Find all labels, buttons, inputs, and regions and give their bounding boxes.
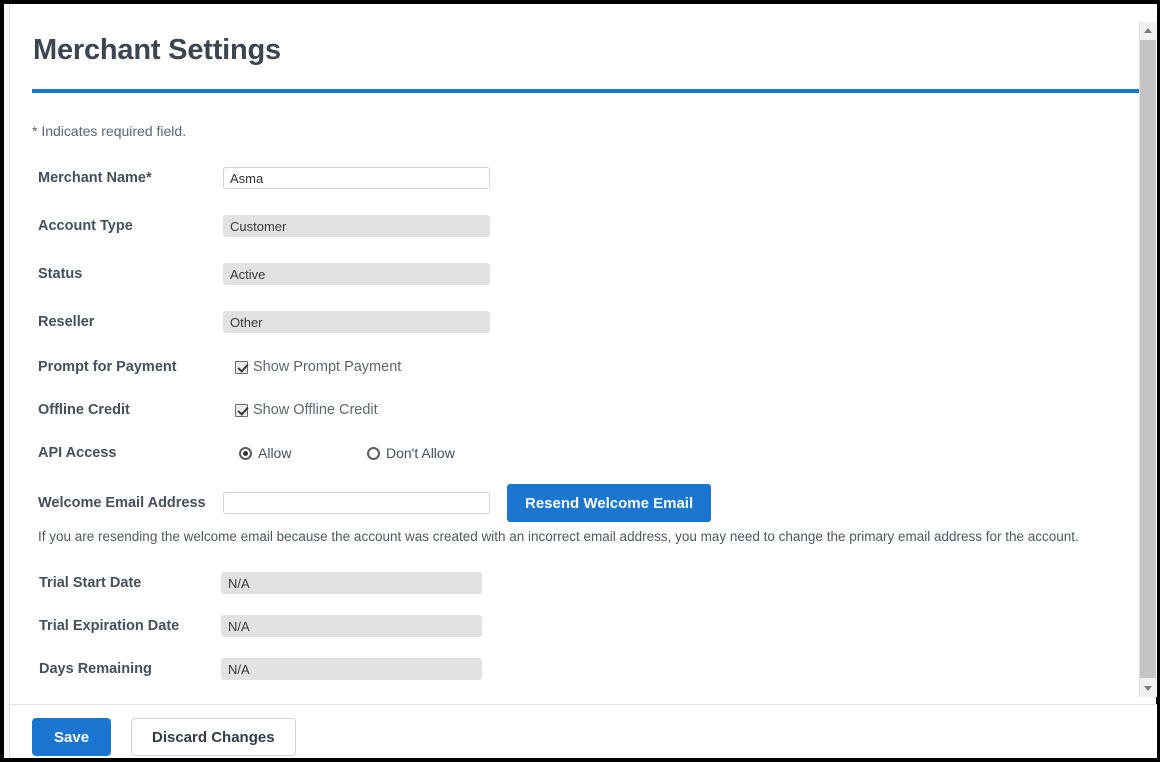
vertical-scrollbar[interactable]: [1139, 22, 1156, 697]
form-row-account-type: Account Type: [10, 215, 1157, 245]
reseller-input: [223, 311, 490, 333]
label-days-remaining: Days Remaining: [39, 661, 152, 677]
scroll-up-arrow-icon[interactable]: [1140, 22, 1156, 39]
title-underline-rule: [32, 89, 1144, 93]
field-wrap-trial-start-date: [221, 572, 482, 594]
field-wrap-account-type: [223, 215, 490, 237]
merchant-settings-panel: Merchant Settings * Indicates required f…: [9, 4, 1157, 758]
form-row-reseller: Reseller: [10, 311, 1157, 341]
field-wrap-trial-expiration-date: [221, 615, 482, 637]
api-access-allow-radio[interactable]: [239, 446, 252, 460]
label-prompt-for-payment: Prompt for Payment: [38, 359, 177, 375]
radio-item-allow: Allow: [239, 445, 367, 461]
label-trial-expiration-date: Trial Expiration Date: [39, 618, 180, 634]
form-row-days-remaining: Days Remaining: [10, 658, 1157, 688]
trial-start-date-input: [221, 572, 482, 594]
merchant-name-input[interactable]: [223, 167, 490, 189]
field-wrap-welcome-email: [223, 492, 490, 514]
field-wrap-offline-credit: Show Offline Credit: [235, 399, 378, 421]
show-prompt-payment-label[interactable]: Show Prompt Payment: [253, 359, 401, 375]
account-type-input: [223, 215, 490, 237]
label-account-type: Account Type: [38, 218, 133, 234]
resend-welcome-email-button[interactable]: Resend Welcome Email: [507, 484, 712, 522]
field-wrap-merchant-name: [223, 167, 490, 189]
label-status: Status: [38, 266, 83, 282]
form-row-welcome-email: Welcome Email Address Resend Welcome Ema…: [10, 484, 1157, 522]
label-reseller: Reseller: [38, 314, 95, 330]
label-welcome-email-address: Welcome Email Address: [38, 495, 206, 511]
scrollbar-thumb[interactable]: [1140, 40, 1156, 678]
radio-item-dont-allow: Don't Allow: [367, 445, 455, 461]
scroll-down-arrow-icon[interactable]: [1140, 680, 1156, 697]
show-prompt-payment-checkbox[interactable]: [235, 360, 248, 374]
field-wrap-status: [223, 263, 490, 285]
field-wrap-api-access: Allow Don't Allow: [239, 442, 455, 464]
label-api-access: API Access: [38, 445, 117, 461]
page-title: Merchant Settings: [33, 34, 281, 66]
show-offline-credit-checkbox[interactable]: [235, 403, 248, 417]
welcome-email-help-text: If you are resending the welcome email b…: [38, 529, 1079, 544]
form-row-trial-expiration-date: Trial Expiration Date: [10, 615, 1157, 645]
required-field-note: * Indicates required field.: [32, 123, 187, 139]
form-row-offline-credit: Offline Credit Show Offline Credit: [10, 399, 1157, 429]
form-row-prompt-for-payment: Prompt for Payment Show Prompt Payment: [10, 356, 1157, 386]
settings-scroll-region: Merchant Settings * Indicates required f…: [10, 4, 1157, 697]
form-row-status: Status: [10, 263, 1157, 293]
discard-changes-button[interactable]: Discard Changes: [131, 718, 296, 756]
api-access-radio-group: Allow Don't Allow: [239, 442, 455, 464]
form-row-trial-start-date: Trial Start Date: [10, 572, 1157, 602]
label-offline-credit: Offline Credit: [38, 402, 130, 418]
form-row-merchant-name: Merchant Name*: [10, 167, 1157, 197]
save-button[interactable]: Save: [32, 718, 112, 756]
api-access-allow-label[interactable]: Allow: [258, 445, 291, 461]
field-wrap-prompt-for-payment: Show Prompt Payment: [235, 356, 401, 378]
days-remaining-input: [221, 658, 482, 680]
footer-action-bar: Save Discard Changes: [10, 705, 1157, 758]
field-wrap-reseller: [223, 311, 490, 333]
checkbox-row-offline-credit: Show Offline Credit: [235, 399, 378, 421]
label-merchant-name: Merchant Name*: [38, 170, 152, 186]
label-trial-start-date: Trial Start Date: [39, 575, 142, 591]
checkbox-row-prompt-payment: Show Prompt Payment: [235, 356, 401, 378]
status-input: [223, 263, 490, 285]
field-wrap-days-remaining: [221, 658, 482, 680]
api-access-dont-allow-label[interactable]: Don't Allow: [386, 445, 455, 461]
trial-expiration-date-input: [221, 615, 482, 637]
api-access-dont-allow-radio[interactable]: [367, 446, 380, 460]
show-offline-credit-label[interactable]: Show Offline Credit: [253, 402, 378, 418]
window-frame: Merchant Settings * Indicates required f…: [0, 0, 1160, 762]
welcome-email-address-input[interactable]: [223, 492, 490, 514]
form-row-api-access: API Access Allow Don't Allow: [10, 442, 1157, 472]
